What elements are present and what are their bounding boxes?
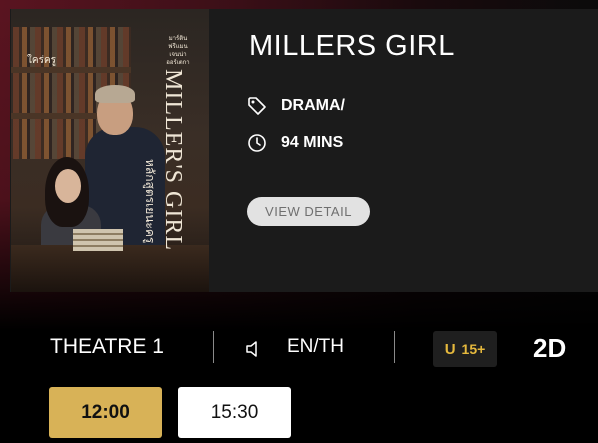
poster-title: MILLER'S GIRL <box>160 69 186 251</box>
genre-text: DRAMA/ <box>281 97 345 114</box>
duration-row: 94 MINS <box>247 133 343 153</box>
format-label: 2D <box>533 333 567 363</box>
divider <box>394 331 395 363</box>
duration-text: 94 MINS <box>281 134 344 151</box>
divider <box>213 331 214 363</box>
clock-icon <box>248 134 266 152</box>
poster-man-hair <box>95 85 135 103</box>
view-detail-button[interactable]: VIEW DETAIL <box>247 197 370 226</box>
movie-title: MILLERS GIRL <box>249 30 455 62</box>
tag-icon <box>248 97 266 115</box>
rating-u: U <box>444 340 456 358</box>
theatre-label: THEATRE 1 <box>50 335 164 358</box>
poster-thai-title: หลักสูตรเยนะครู <box>143 159 157 244</box>
language-label: EN/TH <box>287 336 344 357</box>
poster-girl-face <box>55 169 81 203</box>
speaker-icon <box>246 341 257 357</box>
movie-poster[interactable]: ใคร่ครู มาร์ติน ฟรีแมน เจนน่า ออร์เตกา M… <box>11 9 209 292</box>
rating-age: 15+ <box>461 341 486 357</box>
showtime-button-selected[interactable]: 12:00 <box>49 387 162 438</box>
age-rating-badge: U 15+ <box>433 331 497 367</box>
genre-row: DRAMA/ <box>247 96 345 116</box>
poster-thai-tagline: ใคร่ครู <box>27 55 57 66</box>
poster-cast-names: มาร์ติน ฟรีแมน เจนน่า ออร์เตกา <box>166 35 190 66</box>
poster-book-stack <box>73 229 123 251</box>
showtime-button[interactable]: 15:30 <box>178 387 291 438</box>
